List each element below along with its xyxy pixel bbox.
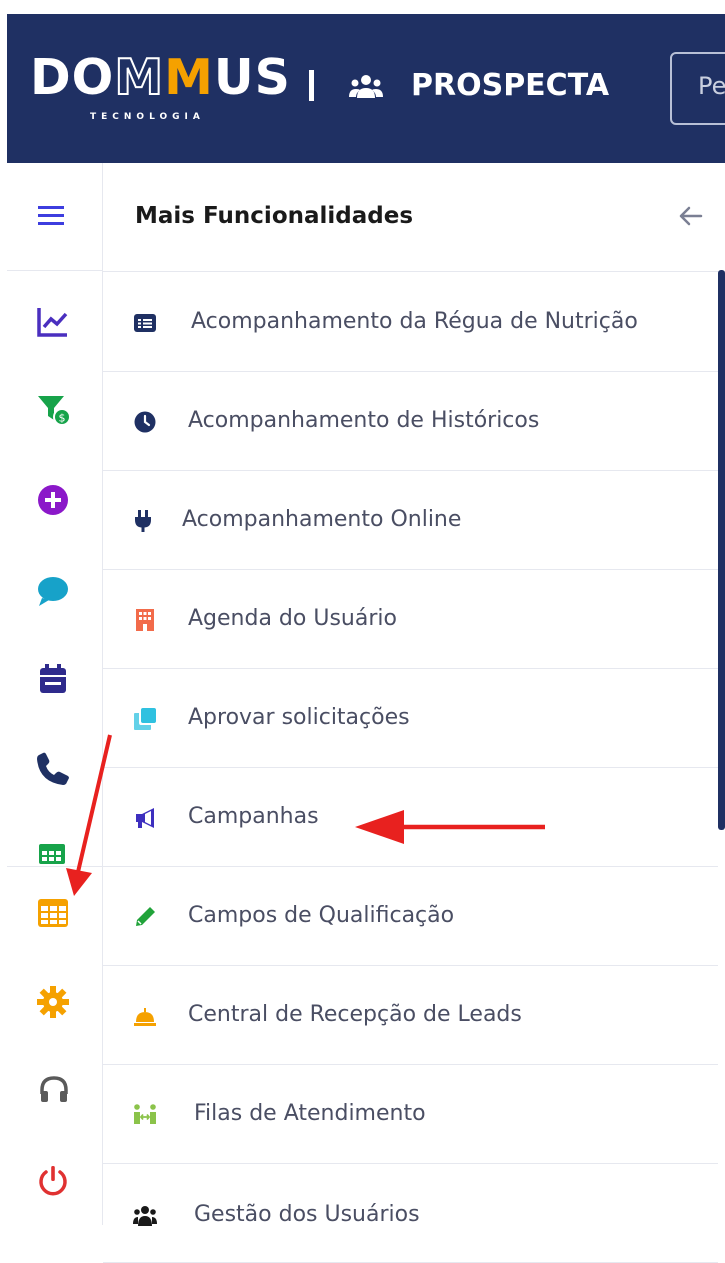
menu-item-label: Campanhas: [188, 804, 319, 829]
pencil-icon: [133, 905, 157, 929]
menu-item-label: Campos de Qualificação: [188, 903, 455, 928]
functionality-list: Acompanhamento da Régua de Nutrição Acom…: [103, 273, 718, 1263]
logo-divider: [309, 70, 314, 101]
menu-item-aprovar-solicitacoes[interactable]: Aprovar solicitações: [103, 669, 718, 768]
menu-item-label: Acompanhamento da Régua de Nutrição: [191, 309, 638, 334]
menu-item-agenda[interactable]: Agenda do Usuário: [103, 570, 718, 669]
building-icon: [133, 608, 157, 632]
clock-icon: [133, 410, 157, 434]
menu-item-campos-qualificacao[interactable]: Campos de Qualificação: [103, 867, 718, 966]
search-input[interactable]: Pe: [670, 52, 725, 125]
menu-item-campanhas[interactable]: Campanhas: [103, 768, 718, 867]
users-icon: [349, 72, 383, 102]
chat-bubble-icon[interactable]: [36, 574, 70, 608]
logo-text-accent: MM: [113, 49, 214, 107]
menu-item-label: Gestão dos Usuários: [194, 1202, 420, 1227]
rail-divider-middle: [7, 866, 102, 867]
clone-icon: [133, 707, 157, 731]
panel-title: Mais Funcionalidades: [135, 203, 414, 229]
menu-item-label: Agenda do Usuário: [188, 606, 397, 631]
plug-icon: [131, 509, 155, 533]
bell-concierge-icon: [133, 1004, 157, 1028]
menu-item-regua-nutricao[interactable]: Acompanhamento da Régua de Nutrição: [103, 273, 718, 372]
menu-item-central-recepcao[interactable]: Central de Recepção de Leads: [103, 966, 718, 1065]
logo-letter-outline: M: [113, 49, 165, 107]
top-header: DOMMUS TECNOLOGIA PROSPECTA Pe: [0, 0, 725, 163]
menu-item-label: Acompanhamento de Históricos: [188, 408, 540, 433]
logo-text-start: DO: [30, 49, 115, 106]
menu-item-label: Acompanhamento Online: [182, 507, 462, 532]
scrollbar[interactable]: [718, 270, 725, 830]
logo-subtitle: TECNOLOGIA: [90, 112, 205, 122]
table-orange-icon[interactable]: [36, 896, 70, 930]
menu-item-filas-atendimento[interactable]: Filas de Atendimento: [103, 1065, 718, 1164]
megaphone-icon: [133, 806, 157, 830]
list-alt-icon: [133, 311, 157, 335]
calendar-icon[interactable]: [36, 662, 70, 696]
arrow-left-icon[interactable]: [675, 201, 705, 231]
menu-item-label: Aprovar solicitações: [188, 705, 410, 730]
funnel-dollar-icon[interactable]: $: [36, 392, 70, 426]
gear-icon[interactable]: [36, 985, 70, 1019]
menu-toggle-icon[interactable]: [36, 200, 66, 230]
search-placeholder: Pe: [698, 72, 725, 100]
table-green-icon[interactable]: [38, 843, 66, 865]
company-logo[interactable]: DOMMUS: [30, 49, 291, 107]
menu-item-gestao-usuarios[interactable]: Gestão dos Usuários: [103, 1164, 718, 1263]
people-arrows-icon: [133, 1103, 157, 1127]
plus-circle-icon[interactable]: [36, 483, 70, 517]
power-icon[interactable]: [36, 1164, 70, 1198]
module-name: PROSPECTA: [411, 68, 610, 103]
panel-header: Mais Funcionalidades: [103, 163, 725, 272]
headset-icon[interactable]: [37, 1074, 71, 1108]
rail-divider-top: [7, 270, 102, 271]
chart-line-icon[interactable]: [36, 305, 70, 339]
logo-letter-accent: M: [164, 49, 214, 106]
users-icon: [133, 1204, 157, 1228]
menu-item-online[interactable]: Acompanhamento Online: [103, 471, 718, 570]
menu-item-label: Filas de Atendimento: [194, 1101, 426, 1126]
menu-item-historicos[interactable]: Acompanhamento de Históricos: [103, 372, 718, 471]
svg-text:$: $: [59, 412, 66, 425]
menu-item-label: Central de Recepção de Leads: [188, 1002, 522, 1027]
phone-icon[interactable]: [36, 752, 70, 786]
logo-text-end: US: [213, 49, 291, 106]
